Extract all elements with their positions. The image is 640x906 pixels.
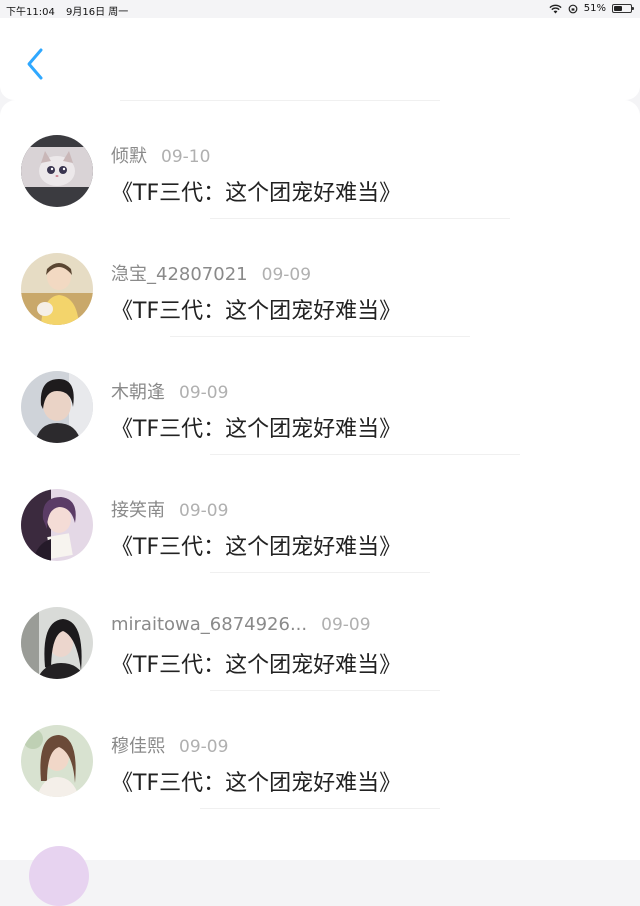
avatar-image: [21, 489, 93, 561]
battery-percent: 51%: [583, 3, 606, 14]
reader-name[interactable]: miraitowa_6874926...: [111, 614, 307, 635]
book-title[interactable]: 《TF三代：这个团宠好难当》: [111, 765, 401, 797]
avatar[interactable]: [21, 725, 93, 797]
list-item[interactable]: 倾默 09-10 《TF三代：这个团宠好难当》: [0, 100, 640, 218]
avatar[interactable]: [21, 371, 93, 443]
read-date: 09-10: [161, 147, 211, 167]
divider: [210, 572, 430, 573]
read-date: 09-09: [179, 737, 229, 757]
reader-name[interactable]: 穆佳熙: [111, 736, 165, 757]
avatar[interactable]: [21, 253, 93, 325]
reader-name[interactable]: 木朝逢: [111, 382, 165, 403]
reader-meta: 倾默 09-10: [111, 142, 210, 168]
avatar-image: [21, 371, 93, 443]
avatar[interactable]: [21, 607, 93, 679]
battery-icon: [612, 4, 634, 13]
book-title[interactable]: 《TF三代：这个团宠好难当》: [111, 647, 401, 679]
reader-meta: 木朝逢 09-09: [111, 378, 228, 404]
avatar-image: [21, 253, 93, 325]
divider: [120, 100, 440, 101]
reader-meta: miraitowa_6874926... 09-09: [111, 614, 371, 635]
avatar-image: [21, 135, 93, 207]
list-item[interactable]: 穆佳熙 09-09 《TF三代：这个团宠好难当》: [0, 690, 640, 808]
battery-fill: [614, 6, 623, 11]
status-right: 51%: [549, 3, 634, 14]
book-title[interactable]: 《TF三代：这个团宠好难当》: [111, 175, 401, 207]
back-button[interactable]: [18, 44, 52, 84]
list-item[interactable]: miraitowa_6874926... 09-09 《TF三代：这个团宠好难当》: [0, 572, 640, 690]
divider: [170, 336, 470, 337]
divider: [210, 454, 520, 455]
avatar-image: [21, 607, 93, 679]
status-left: 下午11:04 9月16日 周一: [6, 3, 128, 18]
avatar-image: [21, 725, 93, 797]
book-title[interactable]: 《TF三代：这个团宠好难当》: [111, 411, 401, 443]
divider: [210, 690, 440, 691]
list-item[interactable]: 木朝逢 09-09 《TF三代：这个团宠好难当》: [0, 336, 640, 454]
list-item[interactable]: 接笑南 09-09 《TF三代：这个团宠好难当》: [0, 454, 640, 572]
divider: [210, 218, 510, 219]
read-date: 09-09: [179, 501, 229, 521]
orientation-lock-icon: [568, 4, 578, 13]
wifi-icon: [549, 4, 562, 13]
reader-list: 倾默 09-10 《TF三代：这个团宠好难当》 㴔宝_42807021 09-09 …: [0, 100, 640, 860]
reader-name[interactable]: 倾默: [111, 146, 147, 167]
status-bar: 下午11:04 9月16日 周一 51%: [0, 0, 640, 18]
book-title[interactable]: 《TF三代：这个团宠好难当》: [111, 293, 401, 325]
avatar[interactable]: [21, 489, 93, 561]
divider: [200, 808, 440, 809]
avatar[interactable]: [29, 846, 89, 906]
read-date: 09-09: [179, 383, 229, 403]
reader-name[interactable]: 接笑南: [111, 500, 165, 521]
reader-meta: 㴔宝_42807021 09-09: [111, 260, 311, 286]
reader-meta: 接笑南 09-09: [111, 496, 228, 522]
reader-name[interactable]: 㴔宝_42807021: [111, 264, 248, 285]
read-date: 09-09: [261, 265, 312, 285]
status-time: 下午11:04: [6, 7, 55, 18]
top-bar: [0, 18, 640, 100]
reader-meta: 穆佳熙 09-09: [111, 732, 228, 758]
book-title[interactable]: 《TF三代：这个团宠好难当》: [111, 529, 401, 561]
chevron-left-icon: [27, 48, 43, 80]
read-date: 09-09: [321, 615, 371, 635]
list-item[interactable]: 㴔宝_42807021 09-09 《TF三代：这个团宠好难当》: [0, 218, 640, 336]
status-date: 9月16日 周一: [66, 7, 129, 18]
avatar[interactable]: [21, 135, 93, 207]
